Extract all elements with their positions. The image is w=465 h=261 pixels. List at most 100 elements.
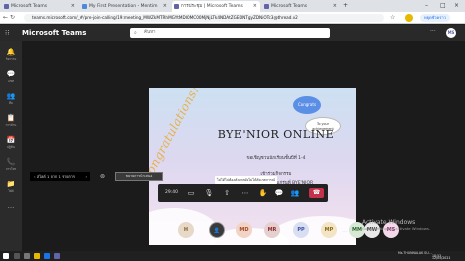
rail-item-more[interactable]: ...: [0, 199, 22, 219]
tab-title: My First Presentation - Mentim: [89, 4, 158, 9]
share-icon[interactable]: ⇧: [222, 188, 232, 198]
teams-header: ⁝⁝ Microsoft Teams ⌕ ค้นหา ··· MS: [0, 25, 465, 41]
refresh-icon[interactable]: ↻: [10, 14, 15, 22]
cast-icon[interactable]: ⊚: [100, 172, 105, 181]
tab-close-icon[interactable]: ×: [163, 1, 167, 12]
participants-icon[interactable]: 👥: [290, 188, 300, 198]
app-title: Microsoft Teams: [22, 29, 87, 37]
taskbar-user: Ms.THUNNALAK SU...: [398, 251, 432, 255]
close-window-icon[interactable]: ×: [454, 0, 459, 12]
slide-side-text: Congratulations!: [149, 88, 202, 185]
rail-label: กิจกรรม: [5, 57, 17, 61]
browser-tab-active[interactable]: การประชุม | Microsoft Teams ×: [172, 1, 260, 12]
teams-taskbar-icon[interactable]: [54, 253, 60, 259]
live-caption: ไม่ได้ไปต้องสังเกตยังไม่ได้สังเกตการณ์: [215, 176, 277, 184]
files-icon: 📁: [6, 180, 16, 188]
teams-left-rail: 🔔 กิจกรรม 💬 แชท 👥 ทีม 📋 การบ้าน 📅 ปฏิทิน…: [0, 41, 22, 251]
raise-hand-icon[interactable]: ✋: [258, 188, 268, 198]
rail-label: ไฟล์: [8, 189, 14, 193]
maximize-icon[interactable]: □: [440, 0, 446, 12]
rail-label: การบ้าน: [5, 123, 17, 127]
rail-item-teams[interactable]: 👥 ทีม: [0, 89, 22, 109]
pager-text: สไลด์ 1 จาก 1 รายการ: [36, 174, 75, 179]
participant-avatar[interactable]: H: [178, 222, 194, 238]
call-control-bar: 29:40 ▭ 🎙 ⇧ ⋯ ✋ 💬 👥 ☎: [158, 184, 328, 202]
activate-windows-title: Activate Windows: [362, 219, 416, 226]
minimize-icon[interactable]: –: [425, 0, 428, 12]
slide-pager[interactable]: ‹ สไลด์ 1 จาก 1 รายการ ›: [30, 172, 90, 181]
address-bar: ← ↻ teams.microsoft.com/_#/pre-join-call…: [0, 12, 465, 24]
settings-more-icon[interactable]: ···: [430, 28, 436, 35]
user-avatar[interactable]: MS: [446, 28, 456, 38]
congrats-bubble: Congrats: [293, 96, 321, 114]
rail-item-chat[interactable]: 💬 แชท: [0, 67, 22, 87]
url-field[interactable]: teams.microsoft.com/_#/pre-join-calling/…: [24, 14, 384, 22]
call-timer: 29:40: [165, 190, 178, 195]
teams-icon: 👥: [6, 92, 16, 100]
tab-title: Microsoft Teams: [11, 4, 48, 9]
widen-presentation-button[interactable]: ขยายการนำเสนอ: [115, 172, 163, 181]
taskbar-date: 12/05/2021: [432, 256, 451, 260]
teams-favicon-icon: [264, 4, 269, 9]
new-tab-icon[interactable]: +: [343, 0, 348, 12]
search-icon: ⌕: [134, 30, 137, 36]
task-view-icon[interactable]: [24, 253, 30, 259]
search-taskbar-icon[interactable]: [14, 253, 20, 259]
teams-favicon-icon: [174, 4, 179, 9]
prev-slide-icon[interactable]: ‹: [34, 174, 36, 179]
rail-item-activity[interactable]: 🔔 กิจกรรม: [0, 45, 22, 65]
rail-label: ทีม: [9, 101, 13, 105]
windows-taskbar: Ms.THUNNALAK SU... 18:53: [0, 251, 465, 261]
participant-avatar[interactable]: MP: [321, 222, 337, 238]
camera-icon[interactable]: ▭: [186, 188, 196, 198]
app-launcher-icon[interactable]: ⁝⁝: [5, 29, 13, 37]
back-icon[interactable]: ←: [3, 14, 8, 22]
rail-item-files[interactable]: 📁 ไฟล์: [0, 177, 22, 197]
teams-favicon-icon: [4, 4, 9, 9]
person-photo-icon: 👤: [213, 228, 221, 234]
participant-avatar[interactable]: MD: [236, 222, 252, 238]
next-slide-icon[interactable]: ›: [85, 172, 87, 181]
tab-title: การประชุม | Microsoft Teams: [181, 4, 243, 9]
shared-slide: Congratulations! Congrats To your achiev…: [149, 88, 356, 245]
tab-close-icon[interactable]: ×: [333, 1, 337, 12]
participant-avatar-photo[interactable]: 👤: [209, 222, 225, 238]
chrome-icon[interactable]: [44, 253, 50, 259]
participant-avatar[interactable]: PP: [293, 222, 309, 238]
activity-icon: 🔔: [6, 48, 16, 56]
tab-close-icon[interactable]: ×: [71, 1, 75, 12]
more-participants-icon[interactable]: ...: [342, 227, 348, 234]
sync-paused-button[interactable]: หยุดชั่วคราว: [420, 14, 450, 22]
assignments-icon: 📋: [6, 114, 16, 122]
browser-tab-bar: Microsoft Teams × My First Presentation …: [0, 0, 465, 12]
start-icon[interactable]: [3, 253, 9, 259]
rail-item-assignments[interactable]: 📋 การบ้าน: [0, 111, 22, 131]
leave-call-button[interactable]: ☎: [309, 188, 324, 198]
extension-icon[interactable]: [405, 14, 413, 22]
chat-icon[interactable]: 💬: [274, 188, 284, 198]
calendar-icon: 📅: [6, 136, 16, 144]
rail-item-calendar[interactable]: 📅 ปฏิทิน: [0, 133, 22, 153]
rail-item-calls[interactable]: 📞 การโทร: [0, 155, 22, 175]
tab-close-icon[interactable]: ×: [253, 1, 257, 12]
file-explorer-icon[interactable]: [34, 253, 40, 259]
phone-hangup-icon: ☎: [312, 189, 321, 196]
browser-tab[interactable]: Microsoft Teams ×: [262, 1, 340, 12]
mic-icon[interactable]: 🎙: [204, 188, 214, 198]
mentimeter-favicon-icon: [82, 4, 87, 9]
participant-avatar[interactable]: MR: [264, 222, 280, 238]
slide-title: BYE'NIOR ONLINE: [217, 128, 335, 141]
chat-icon: 💬: [6, 70, 16, 78]
search-input[interactable]: ⌕ ค้นหา: [130, 28, 330, 38]
rail-label: การโทร: [5, 167, 17, 171]
star-icon[interactable]: ☆: [390, 14, 395, 22]
calls-icon: 📞: [6, 158, 16, 166]
more-options-icon[interactable]: ⋯: [240, 188, 250, 198]
slide-line-1: ขอเชิญชวนนักเรียนชั้นปีที่ 1-4: [246, 156, 306, 161]
browser-tab[interactable]: My First Presentation - Mentim ×: [80, 1, 170, 12]
more-icon: ...: [7, 202, 15, 210]
rail-label: แชท: [8, 79, 14, 83]
rail-label: ปฏิทิน: [7, 145, 15, 149]
tab-title: Microsoft Teams: [271, 4, 308, 9]
browser-tab[interactable]: Microsoft Teams ×: [2, 1, 78, 12]
